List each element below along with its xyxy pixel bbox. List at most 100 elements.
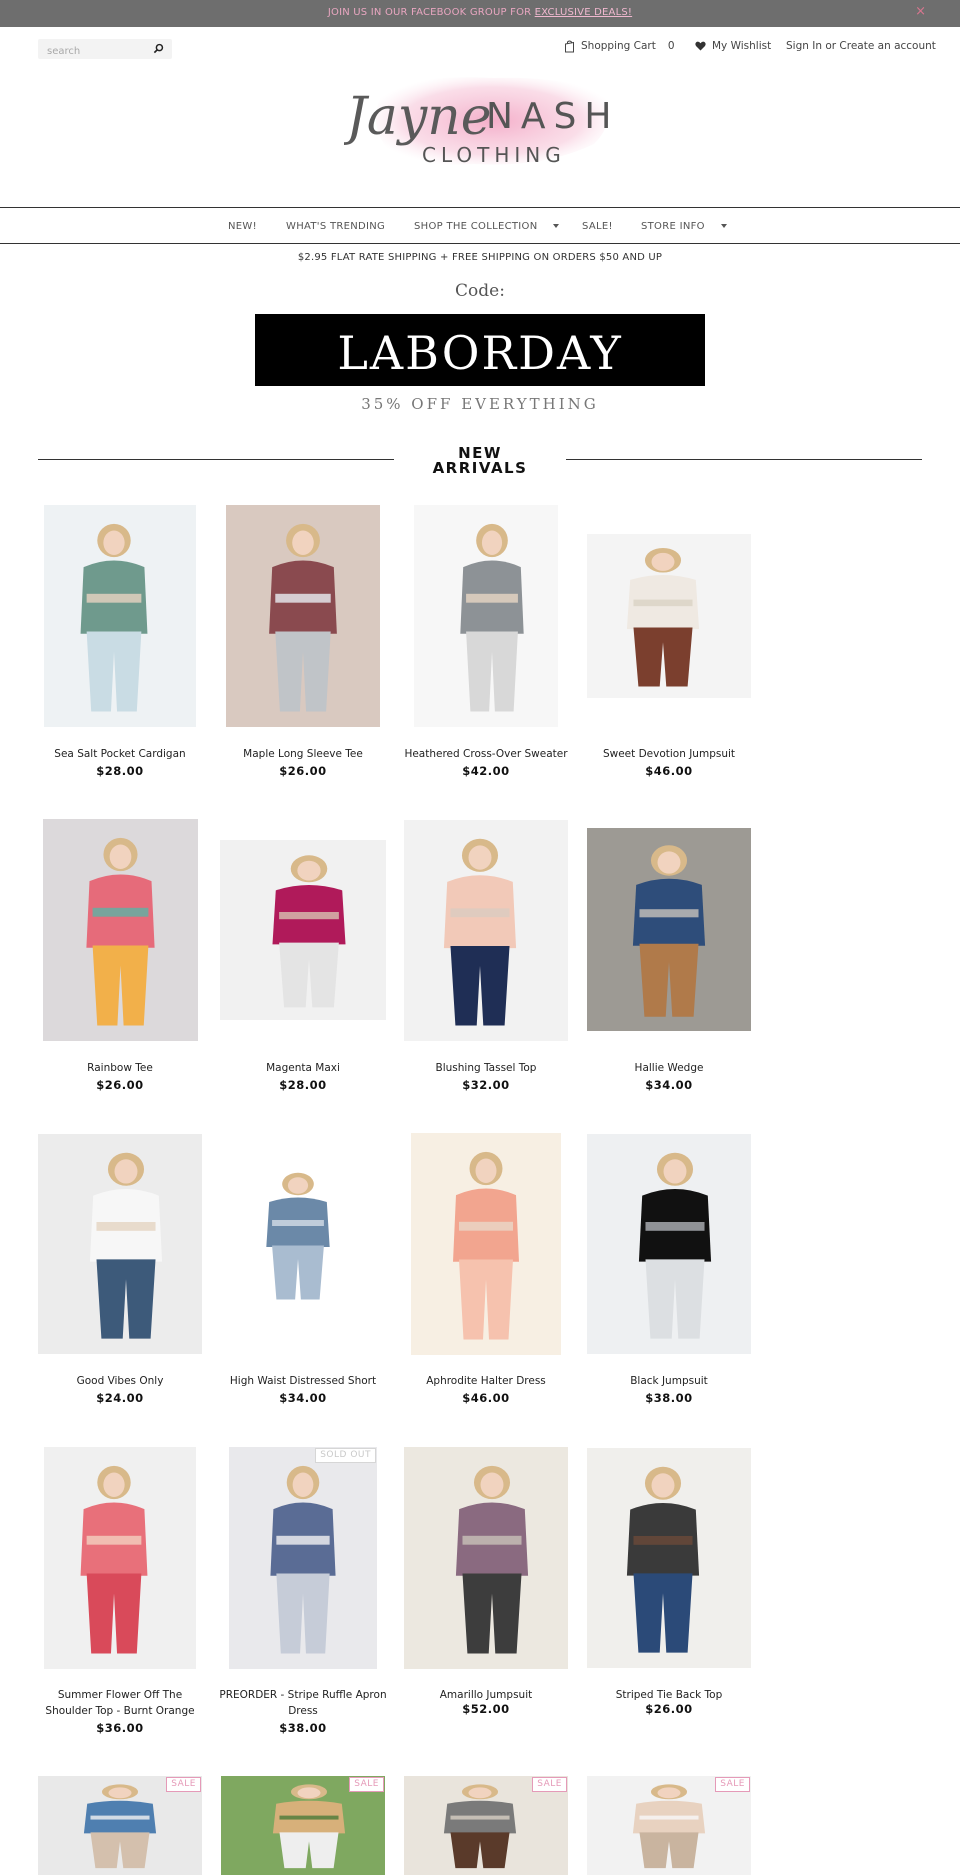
search-input[interactable]: [38, 41, 146, 62]
product-price: $28.00: [96, 764, 144, 778]
nav-item-shop-label: SHOP THE COLLECTION: [414, 221, 538, 232]
product-image[interactable]: [411, 1133, 561, 1355]
product-name[interactable]: Striped Tie Back Top: [583, 1687, 755, 1703]
section-title: NEW ARRIVALS: [400, 446, 560, 476]
sale-badge: SALE: [166, 1777, 201, 1792]
divider-left: [38, 459, 394, 460]
product-price: $32.00: [462, 1078, 510, 1092]
product-price: $26.00: [96, 1078, 144, 1092]
create-account-link[interactable]: Create an account: [839, 40, 935, 52]
promo-code: LABORDAY: [337, 326, 623, 380]
nav-item-sale[interactable]: SALE!: [582, 221, 613, 232]
product-name[interactable]: PREORDER - Stripe Ruffle Apron Dress: [217, 1687, 389, 1719]
product-name[interactable]: Black Jumpsuit: [583, 1373, 755, 1389]
product-image-graphic: [220, 840, 386, 1020]
product-image-graphic: [404, 1447, 568, 1669]
product-name[interactable]: Magenta Maxi: [217, 1060, 389, 1076]
product-image[interactable]: [404, 820, 568, 1041]
product-image-graphic: [414, 505, 558, 727]
product-image-graphic: [229, 1447, 377, 1669]
product-image[interactable]: [220, 840, 386, 1020]
product-price: $26.00: [645, 1702, 693, 1716]
close-icon[interactable]: ×: [915, 4, 926, 19]
chevron-down-icon: [720, 224, 727, 228]
product-image[interactable]: [587, 828, 751, 1031]
product-image-graphic: [38, 1134, 202, 1354]
product-image[interactable]: [587, 1134, 751, 1354]
chevron-down-icon: [553, 224, 560, 228]
nav-item-trending[interactable]: WHAT'S TRENDING: [286, 221, 385, 232]
product-name[interactable]: Summer Flower Off The Shoulder Top - Bur…: [34, 1687, 206, 1719]
product-price: $34.00: [279, 1391, 327, 1405]
product-image[interactable]: [414, 505, 558, 727]
product-image-graphic: [226, 505, 380, 727]
promo-banner[interactable]: LABORDAY: [255, 314, 705, 386]
product-image-graphic: [587, 828, 751, 1031]
product-image-graphic: [587, 534, 751, 698]
product-price: $52.00: [462, 1702, 510, 1716]
or-text: or: [822, 40, 840, 52]
shopping-cart-link[interactable]: Shopping Cart 0: [564, 39, 675, 53]
product-image[interactable]: SALE: [404, 1776, 568, 1875]
product-image[interactable]: [404, 1447, 568, 1669]
search-icon[interactable]: [153, 43, 164, 54]
product-image[interactable]: SOLD OUT: [229, 1447, 377, 1669]
nav-item-store-info[interactable]: STORE INFO: [641, 221, 727, 232]
product-image[interactable]: [43, 819, 198, 1041]
product-image[interactable]: SALE: [38, 1776, 202, 1875]
product-image-graphic: [587, 1134, 751, 1354]
product-name[interactable]: Aphrodite Halter Dress: [400, 1373, 572, 1389]
product-image-graphic: [232, 1160, 376, 1310]
sold-out-badge: SOLD OUT: [315, 1448, 376, 1463]
product-name[interactable]: Blushing Tassel Top: [400, 1060, 572, 1076]
product-price: $34.00: [645, 1078, 693, 1092]
shopping-bag-icon: [565, 40, 574, 52]
product-name[interactable]: Maple Long Sleeve Tee: [217, 746, 389, 762]
cart-label: Shopping Cart: [581, 40, 656, 52]
product-image-graphic: [44, 505, 196, 727]
wishlist-link[interactable]: My Wishlist: [695, 39, 771, 53]
promo-subtitle: 35% OFF EVERYTHING: [361, 395, 599, 413]
product-image-graphic: [587, 1448, 751, 1668]
product-name[interactable]: Good Vibes Only: [34, 1373, 206, 1389]
logo-name: NASH: [486, 96, 616, 137]
account-links: Sign In or Create an account: [786, 39, 936, 53]
product-price: $36.00: [96, 1721, 144, 1735]
product-price: $38.00: [279, 1721, 327, 1735]
product-image[interactable]: [232, 1160, 376, 1310]
product-image[interactable]: [587, 534, 751, 698]
product-price: $42.00: [462, 764, 510, 778]
sign-in-link[interactable]: Sign In: [786, 40, 822, 52]
product-image[interactable]: [587, 1448, 751, 1668]
logo-script: Jayne: [344, 87, 492, 147]
store-logo[interactable]: Jayne NASH CLOTHING: [344, 72, 616, 190]
product-name[interactable]: High Waist Distressed Short: [217, 1373, 389, 1389]
product-price: $46.00: [645, 764, 693, 778]
product-image-graphic: [411, 1133, 561, 1355]
product-image[interactable]: [38, 1134, 202, 1354]
nav-item-new[interactable]: NEW!: [228, 221, 257, 232]
product-image-graphic: [404, 820, 568, 1041]
nav-item-shop[interactable]: SHOP THE COLLECTION: [414, 221, 560, 232]
sale-badge: SALE: [715, 1777, 750, 1792]
product-price: $26.00: [279, 764, 327, 778]
product-image[interactable]: SALE: [221, 1776, 385, 1875]
product-name[interactable]: Amarillo Jumpsuit: [400, 1687, 572, 1703]
product-price: $38.00: [645, 1391, 693, 1405]
product-name[interactable]: Heathered Cross-Over Sweater: [400, 746, 572, 762]
product-name[interactable]: Sweet Devotion Jumpsuit: [583, 746, 755, 762]
product-image[interactable]: [226, 505, 380, 727]
shipping-notice: $2.95 FLAT RATE SHIPPING + FREE SHIPPING…: [297, 252, 663, 263]
product-name[interactable]: Rainbow Tee: [34, 1060, 206, 1076]
product-image[interactable]: [44, 1447, 196, 1669]
announcement-link[interactable]: EXCLUSIVE DEALS!: [535, 7, 632, 18]
product-price: $46.00: [462, 1391, 510, 1405]
product-image[interactable]: [44, 505, 196, 727]
wishlist-label: My Wishlist: [712, 40, 772, 52]
search-box: [38, 39, 172, 62]
product-image[interactable]: SALE: [587, 1776, 751, 1875]
cart-count: 0: [667, 40, 675, 52]
divider-right: [566, 459, 922, 460]
product-name[interactable]: Hallie Wedge: [583, 1060, 755, 1076]
product-name[interactable]: Sea Salt Pocket Cardigan: [34, 746, 206, 762]
